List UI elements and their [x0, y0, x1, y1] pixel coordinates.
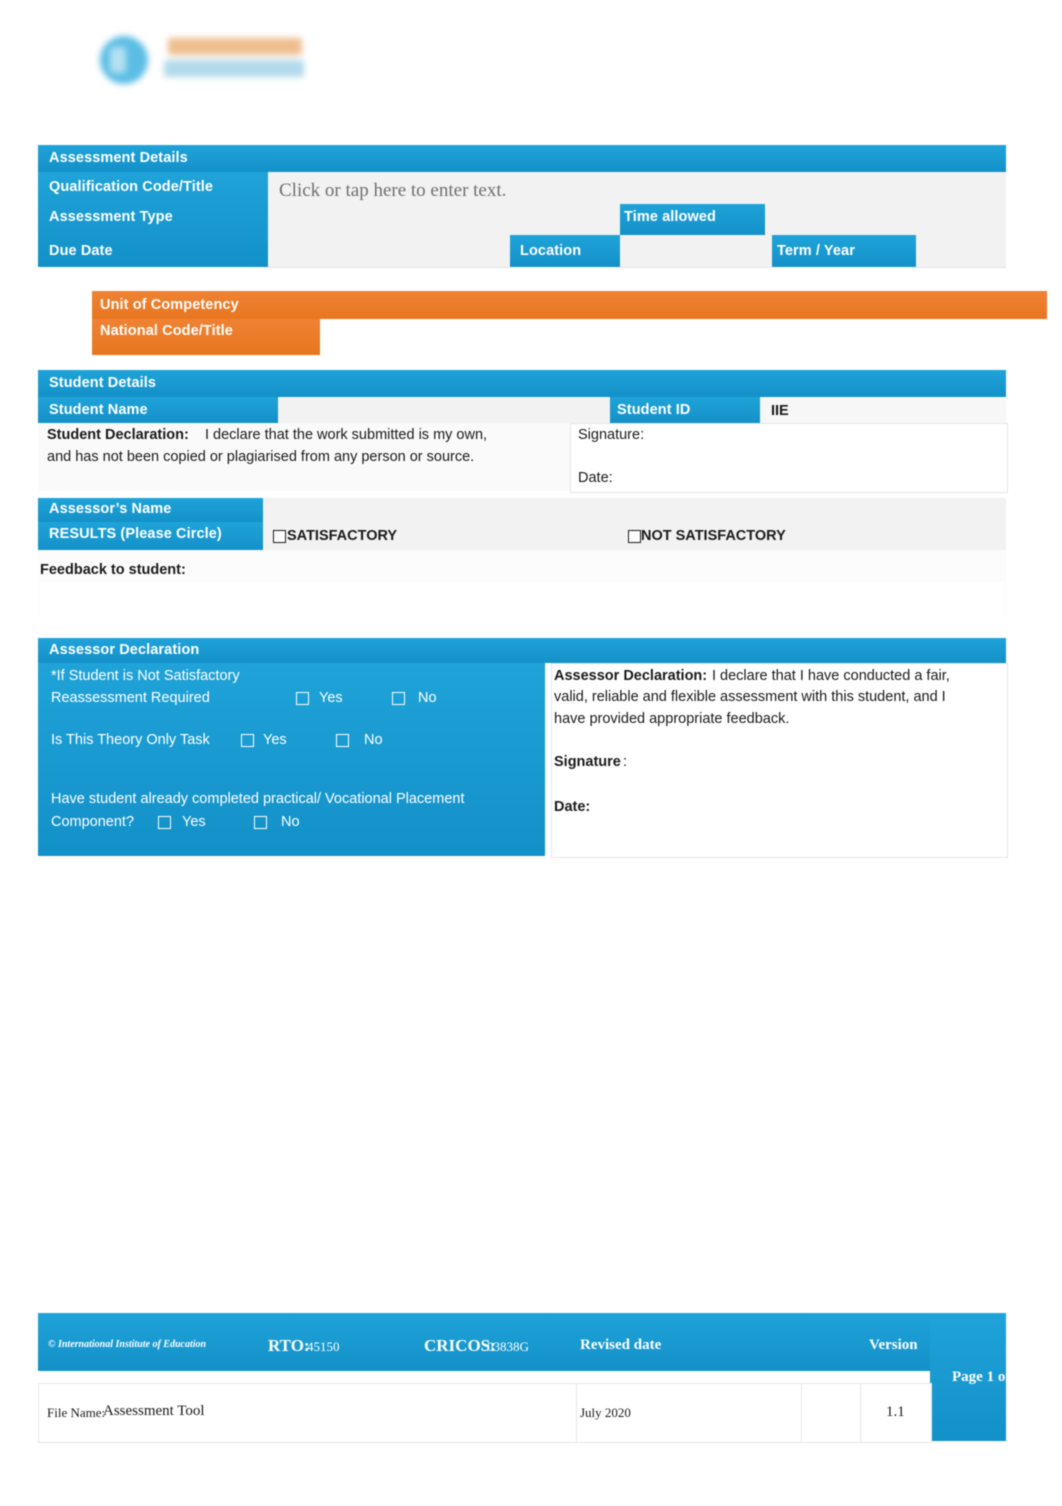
- time-allowed-field[interactable]: [765, 204, 1006, 236]
- not-satisfactory-label: NOT SATISFACTORY: [641, 528, 786, 544]
- footer-version-header: Version: [869, 1337, 918, 1353]
- logo-wordmark-bottom: [164, 60, 304, 77]
- not-satisfactory-checkbox[interactable]: [628, 530, 641, 543]
- footer-filename-value: Assessment Tool: [103, 1403, 205, 1419]
- student-name-label: Student Name: [49, 402, 148, 418]
- assessor-signature-label: Signature: [554, 754, 621, 770]
- footer-spacer-cell: [801, 1383, 862, 1443]
- assessor-declaration-title: Assessor Declaration: [49, 642, 200, 658]
- reassessment-no-checkbox[interactable]: [392, 692, 405, 705]
- student-name-field[interactable]: [278, 397, 610, 424]
- assessor-date-label: Date:: [554, 799, 591, 815]
- theory-only-no-label: No: [364, 732, 383, 748]
- practical-no-label: No: [281, 814, 300, 830]
- student-date-label: Date:: [578, 470, 613, 486]
- unit-of-competency-field[interactable]: [320, 319, 1047, 355]
- footer-rto-value: 45150: [307, 1339, 340, 1354]
- footer-page-indicator: Page 1 of 12: [952, 1369, 1030, 1385]
- feedback-label: Feedback to student:: [40, 562, 186, 578]
- reassessment-yes-label: Yes: [319, 690, 343, 706]
- qualification-label: Qualification Code/Title: [49, 179, 214, 195]
- term-year-label: Term / Year: [777, 243, 855, 259]
- reassessment-yes-checkbox[interactable]: [296, 692, 309, 705]
- document-page: Assessment Details Qualification Code/Ti…: [0, 0, 1062, 1506]
- footer-cricos-label: CRICOS:: [424, 1336, 496, 1355]
- student-id-field[interactable]: [760, 397, 1006, 424]
- unit-of-competency-line1: Unit of Competency: [100, 297, 239, 313]
- assessment-type-field[interactable]: [268, 204, 620, 236]
- footer-revised-date-header: Revised date: [580, 1337, 662, 1353]
- theory-only-no-checkbox[interactable]: [336, 734, 349, 747]
- student-details-title: Student Details: [49, 375, 157, 391]
- student-declaration-line2: and has not been copied or plagiarised f…: [47, 449, 475, 465]
- satisfactory-label: SATISFACTORY: [287, 528, 398, 544]
- assessor-name-label: Assessor’s Name: [49, 501, 172, 517]
- due-date-field[interactable]: [268, 235, 510, 268]
- organisation-logo: [92, 30, 308, 92]
- footer-version-value: 1.1: [886, 1404, 905, 1420]
- practical-no-checkbox[interactable]: [254, 816, 267, 829]
- assessor-name-field[interactable]: [263, 498, 1006, 523]
- satisfactory-checkbox[interactable]: [273, 530, 286, 543]
- location-label: Location: [520, 243, 582, 259]
- reassessment-note: *If Student is Not Satisfactory: [51, 668, 240, 684]
- assessor-declaration-line3: have provided appropriate feedback.: [554, 711, 790, 727]
- practical-label-line1: Have student already completed practical…: [51, 791, 465, 807]
- feedback-input[interactable]: [40, 582, 1004, 616]
- results-label: RESULTS (Please Circle): [49, 526, 222, 542]
- student-id-label: Student ID: [617, 402, 691, 418]
- footer-cricos-value: 03838G: [487, 1339, 529, 1354]
- theory-only-yes-label: Yes: [263, 732, 287, 748]
- assessment-details-title: Assessment Details: [49, 150, 188, 166]
- due-date-label: Due Date: [49, 243, 113, 259]
- location-field[interactable]: [620, 235, 772, 268]
- term-year-field[interactable]: [916, 235, 1006, 268]
- assessor-declaration-line2: valid, reliable and flexible assessment …: [554, 689, 946, 705]
- qualification-placeholder[interactable]: Click or tap here to enter text.: [279, 181, 506, 200]
- student-declaration-label: Student Declaration:: [47, 427, 189, 443]
- practical-label-line2: Component?: [51, 814, 135, 830]
- unit-of-competency-line2: National Code/Title: [100, 323, 233, 339]
- assessor-signature-colon: :: [623, 754, 628, 770]
- reassessment-no-label: No: [418, 690, 437, 706]
- assessment-type-label: Assessment Type: [49, 209, 173, 225]
- theory-only-label: Is This Theory Only Task: [51, 732, 210, 748]
- practical-yes-label: Yes: [182, 814, 206, 830]
- footer-filename-label: File Name:: [47, 1405, 106, 1420]
- student-details-header-band: [38, 370, 1006, 397]
- student-id-value: IIE: [771, 403, 789, 419]
- theory-only-yes-checkbox[interactable]: [241, 734, 254, 747]
- student-declaration-line1: I declare that the work submitted is my …: [205, 427, 488, 443]
- reassessment-label: Reassessment Required: [51, 690, 210, 706]
- iie-logo-mark-icon: [100, 36, 148, 84]
- practical-yes-checkbox[interactable]: [158, 816, 171, 829]
- student-signature-label: Signature:: [578, 427, 645, 443]
- time-allowed-label: Time allowed: [624, 209, 716, 225]
- assessor-declaration-bold: Assessor Declaration:: [554, 668, 708, 684]
- assessor-declaration-line1: I declare that I have conducted a fair,: [712, 668, 950, 684]
- footer-revised-date-value: July 2020: [580, 1405, 631, 1420]
- logo-wordmark-top: [168, 38, 302, 55]
- footer-copyright: © International Institute of Education: [48, 1339, 207, 1350]
- footer-rto-label: RTO:: [268, 1336, 310, 1355]
